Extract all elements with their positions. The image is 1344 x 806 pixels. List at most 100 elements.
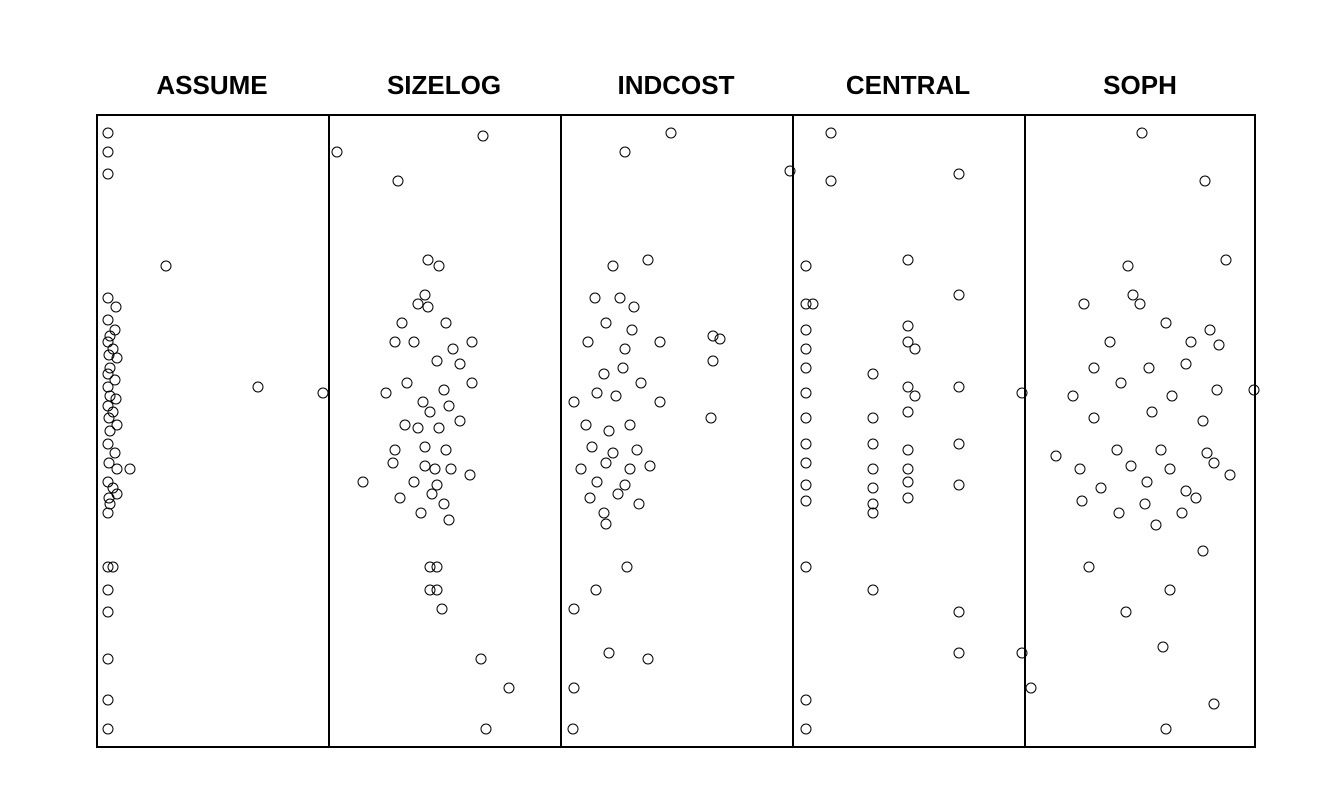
data-point: [253, 381, 264, 392]
data-point: [601, 457, 612, 468]
data-point: [1083, 562, 1094, 573]
data-point: [466, 337, 477, 348]
panel: [792, 114, 1024, 748]
data-point: [1146, 406, 1157, 417]
data-point: [1220, 254, 1231, 265]
data-point: [432, 562, 443, 573]
data-point: [1181, 359, 1192, 370]
data-point: [480, 723, 491, 734]
data-point: [439, 384, 450, 395]
data-point: [603, 647, 614, 658]
data-point: [397, 318, 408, 329]
data-point: [434, 422, 445, 433]
data-point: [631, 445, 642, 456]
data-point: [448, 343, 459, 354]
data-point: [629, 302, 640, 313]
data-point: [1160, 723, 1171, 734]
data-point: [381, 387, 392, 398]
data-point: [1165, 584, 1176, 595]
data-point: [408, 337, 419, 348]
data-point: [619, 343, 630, 354]
data-point: [954, 479, 965, 490]
data-point: [413, 422, 424, 433]
data-point: [445, 464, 456, 475]
data-point: [619, 479, 630, 490]
data-point: [800, 695, 811, 706]
panel-title: SOPH: [1103, 70, 1177, 101]
panel: [560, 114, 792, 748]
data-point: [455, 416, 466, 427]
data-point: [568, 682, 579, 693]
data-point: [568, 397, 579, 408]
data-point: [399, 419, 410, 430]
data-point: [439, 498, 450, 509]
data-point: [443, 400, 454, 411]
data-point: [443, 514, 454, 525]
data-point: [868, 508, 879, 519]
data-point: [408, 476, 419, 487]
data-point: [102, 723, 113, 734]
data-point: [1137, 128, 1148, 139]
data-point: [1123, 261, 1134, 272]
data-point: [1121, 606, 1132, 617]
data-point: [800, 495, 811, 506]
data-point: [1186, 337, 1197, 348]
data-point: [868, 368, 879, 379]
data-point: [1114, 508, 1125, 519]
data-point: [102, 654, 113, 665]
data-point: [1116, 378, 1127, 389]
data-point: [800, 457, 811, 468]
data-point: [102, 147, 113, 158]
data-point: [868, 413, 879, 424]
data-point: [1077, 495, 1088, 506]
data-point: [357, 476, 368, 487]
data-point: [432, 356, 443, 367]
data-point: [332, 147, 343, 158]
data-point: [585, 492, 596, 503]
data-point: [1141, 476, 1152, 487]
panel: [96, 114, 328, 748]
data-point: [601, 519, 612, 530]
panel-title: INDCOST: [618, 70, 735, 101]
data-point: [909, 391, 920, 402]
data-point: [1225, 470, 1236, 481]
data-point: [903, 492, 914, 503]
data-point: [903, 464, 914, 475]
data-point: [643, 654, 654, 665]
data-point: [954, 647, 965, 658]
data-point: [1248, 384, 1259, 395]
data-point: [1199, 175, 1210, 186]
panel-title: SIZELOG: [387, 70, 501, 101]
data-point: [567, 723, 578, 734]
data-point: [1025, 682, 1036, 693]
data-point: [903, 445, 914, 456]
data-point: [715, 334, 726, 345]
data-point: [102, 169, 113, 180]
data-point: [654, 397, 665, 408]
data-point: [800, 324, 811, 335]
data-point: [654, 337, 665, 348]
data-point: [580, 419, 591, 430]
data-point: [1158, 641, 1169, 652]
data-point: [1088, 413, 1099, 424]
data-point: [415, 508, 426, 519]
panel-title: ASSUME: [156, 70, 267, 101]
data-point: [111, 353, 122, 364]
data-point: [466, 378, 477, 389]
data-point: [425, 406, 436, 417]
panel: [1024, 114, 1256, 748]
panel: [328, 114, 560, 748]
data-point: [868, 584, 879, 595]
data-point: [464, 470, 475, 481]
data-point: [608, 261, 619, 272]
data-point: [575, 464, 586, 475]
data-point: [708, 356, 719, 367]
data-point: [434, 261, 445, 272]
data-point: [599, 508, 610, 519]
data-point: [619, 147, 630, 158]
data-point: [422, 302, 433, 313]
data-point: [903, 406, 914, 417]
panel-title: CENTRAL: [846, 70, 970, 101]
data-point: [954, 438, 965, 449]
data-point: [617, 362, 628, 373]
